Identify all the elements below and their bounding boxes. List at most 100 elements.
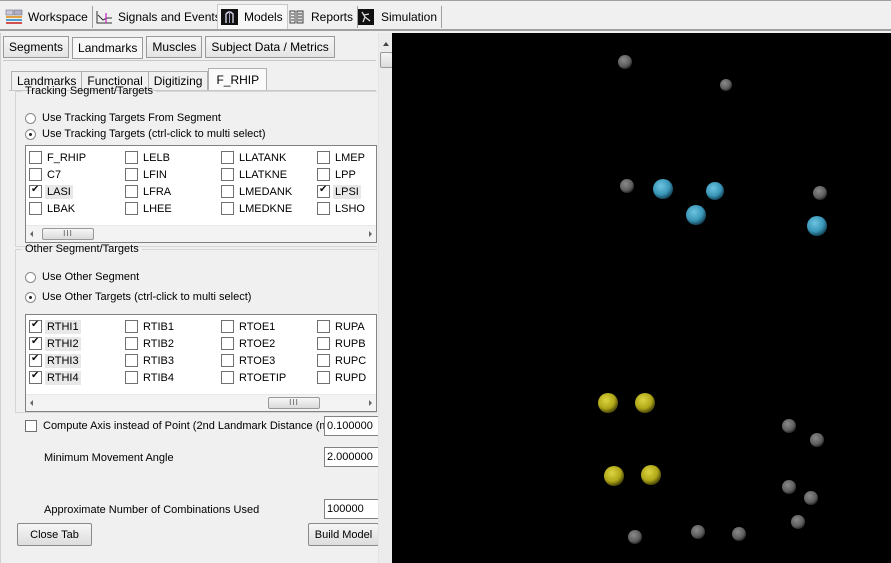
scroll-right-arrow-icon[interactable] xyxy=(369,400,372,406)
marker-sphere-default[interactable] xyxy=(782,480,796,494)
target-checkbox[interactable] xyxy=(317,202,330,215)
target-list-item[interactable]: RTOETIP xyxy=(221,369,317,386)
target-checkbox[interactable] xyxy=(221,151,234,164)
radio-button[interactable] xyxy=(25,112,36,124)
target-checkbox[interactable] xyxy=(221,371,234,384)
scroll-left-arrow-icon[interactable] xyxy=(30,231,33,237)
target-list-item[interactable]: LMEDKNE xyxy=(221,200,317,217)
target-checkbox[interactable] xyxy=(29,168,42,181)
radio-other-targets[interactable]: Use Other Targets (ctrl-click to multi s… xyxy=(25,291,251,303)
target-checkbox[interactable] xyxy=(317,168,330,181)
target-list-item[interactable]: LHEE xyxy=(125,200,221,217)
tab-muscles[interactable]: Muscles xyxy=(146,36,203,58)
marker-sphere-other[interactable] xyxy=(641,465,661,485)
target-checkbox[interactable] xyxy=(221,202,234,215)
target-checkbox[interactable] xyxy=(125,320,138,333)
panel-vscrollbar[interactable] xyxy=(378,33,393,563)
scroll-left-arrow-icon[interactable] xyxy=(30,400,33,406)
tab-subject-data-metrics[interactable]: Subject Data / Metrics xyxy=(205,36,335,58)
target-checkbox[interactable] xyxy=(125,202,138,215)
target-checkbox[interactable] xyxy=(221,320,234,333)
target-checkbox[interactable] xyxy=(125,185,138,198)
target-list-item[interactable]: RTHI1 xyxy=(29,318,125,335)
target-list-item[interactable]: LLATKNE xyxy=(221,166,317,183)
compute-axis-checkbox[interactable] xyxy=(25,420,37,432)
target-checkbox[interactable] xyxy=(29,151,42,164)
target-list-item[interactable]: RTIB1 xyxy=(125,318,221,335)
radio-other-segment[interactable]: Use Other Segment xyxy=(25,271,139,283)
toolbar-tab-simulation[interactable]: Simulation xyxy=(355,6,443,28)
scrollbar-thumb[interactable]: III xyxy=(268,397,320,409)
marker-sphere-default[interactable] xyxy=(720,79,732,91)
target-list-item[interactable]: RTOE3 xyxy=(221,352,317,369)
target-checkbox[interactable] xyxy=(221,185,234,198)
target-checkbox[interactable] xyxy=(221,337,234,350)
target-list-item[interactable]: RTIB2 xyxy=(125,335,221,352)
combinations-input[interactable]: 100000 xyxy=(324,499,380,519)
marker-sphere-default[interactable] xyxy=(810,433,824,447)
target-list-item[interactable]: LFIN xyxy=(125,166,221,183)
target-checkbox[interactable] xyxy=(29,319,42,333)
toolbar-tab-signals-and-events[interactable]: Signals and Events xyxy=(92,6,226,28)
marker-sphere-tracking[interactable] xyxy=(653,179,673,199)
radio-button[interactable] xyxy=(25,128,36,140)
target-checkbox[interactable] xyxy=(317,320,330,333)
other-list-hscrollbar[interactable]: III xyxy=(26,394,376,411)
target-list-item[interactable]: RTOE2 xyxy=(221,335,317,352)
target-checkbox[interactable] xyxy=(317,354,330,367)
toolbar-tab-workspace[interactable]: Workspace xyxy=(2,6,93,28)
marker-sphere-default[interactable] xyxy=(791,515,805,529)
target-checkbox[interactable] xyxy=(29,202,42,215)
target-list-item[interactable]: RTIB4 xyxy=(125,369,221,386)
3d-viewport[interactable] xyxy=(392,33,891,563)
marker-sphere-default[interactable] xyxy=(782,419,796,433)
marker-sphere-tracking[interactable] xyxy=(807,216,827,236)
target-checkbox[interactable] xyxy=(125,337,138,350)
scroll-right-arrow-icon[interactable] xyxy=(369,231,372,237)
target-list-item[interactable]: F_RHIP xyxy=(29,149,125,166)
marker-sphere-default[interactable] xyxy=(732,527,746,541)
target-list-item[interactable]: LPP xyxy=(317,166,376,183)
target-checkbox[interactable] xyxy=(317,337,330,350)
target-list-item[interactable]: LPSI xyxy=(317,183,376,200)
marker-sphere-tracking[interactable] xyxy=(686,205,706,225)
target-list-item[interactable]: LELB xyxy=(125,149,221,166)
scrollbar-thumb[interactable]: III xyxy=(42,228,94,240)
tracking-targets-list[interactable]: F_RHIP LELB LLATANK LMEP C7 LFIN LLATKNE LPP LAS… xyxy=(25,145,377,243)
radio-button[interactable] xyxy=(25,271,36,283)
marker-sphere-default[interactable] xyxy=(628,530,642,544)
target-list-item[interactable]: LMEP xyxy=(317,149,376,166)
target-list-item[interactable]: RTHI3 xyxy=(29,352,125,369)
target-checkbox[interactable] xyxy=(29,370,42,384)
radio-tracking-from-segment[interactable]: Use Tracking Targets From Segment xyxy=(25,112,221,124)
build-model-button[interactable]: Build Model xyxy=(308,523,379,546)
target-checkbox[interactable] xyxy=(29,336,42,350)
target-checkbox[interactable] xyxy=(317,184,330,198)
landmark-distance-input[interactable]: 0.100000 xyxy=(324,416,380,436)
marker-sphere-default[interactable] xyxy=(813,186,827,200)
marker-sphere-default[interactable] xyxy=(618,55,632,69)
min-angle-input[interactable]: 2.000000 xyxy=(324,447,380,467)
target-list-item[interactable]: RTHI2 xyxy=(29,335,125,352)
target-list-item[interactable]: LMEDANK xyxy=(221,183,317,200)
target-checkbox[interactable] xyxy=(125,371,138,384)
target-checkbox[interactable] xyxy=(125,354,138,367)
target-list-item[interactable]: RUPA xyxy=(317,318,376,335)
toolbar-tab-models[interactable]: Models xyxy=(217,4,288,29)
scroll-up-arrow-icon[interactable] xyxy=(383,42,389,46)
close-tab-button[interactable]: Close Tab xyxy=(17,523,92,546)
target-checkbox[interactable] xyxy=(125,151,138,164)
target-list-item[interactable]: RTHI4 xyxy=(29,369,125,386)
target-checkbox[interactable] xyxy=(29,184,42,198)
other-targets-list[interactable]: RTHI1 RTIB1 RTOE1 RUPA RTHI2 RTIB2 RTOE2 RUPB RT… xyxy=(25,314,377,412)
marker-sphere-other[interactable] xyxy=(598,393,618,413)
marker-sphere-other[interactable] xyxy=(635,393,655,413)
target-checkbox[interactable] xyxy=(221,168,234,181)
target-list-item[interactable]: RTOE1 xyxy=(221,318,317,335)
radio-tracking-targets[interactable]: Use Tracking Targets (ctrl-click to mult… xyxy=(25,128,266,140)
target-list-item[interactable]: LLATANK xyxy=(221,149,317,166)
target-list-item[interactable]: RTIB3 xyxy=(125,352,221,369)
marker-sphere-other[interactable] xyxy=(604,466,624,486)
target-list-item[interactable]: C7 xyxy=(29,166,125,183)
target-list-item[interactable]: RUPD xyxy=(317,369,376,386)
